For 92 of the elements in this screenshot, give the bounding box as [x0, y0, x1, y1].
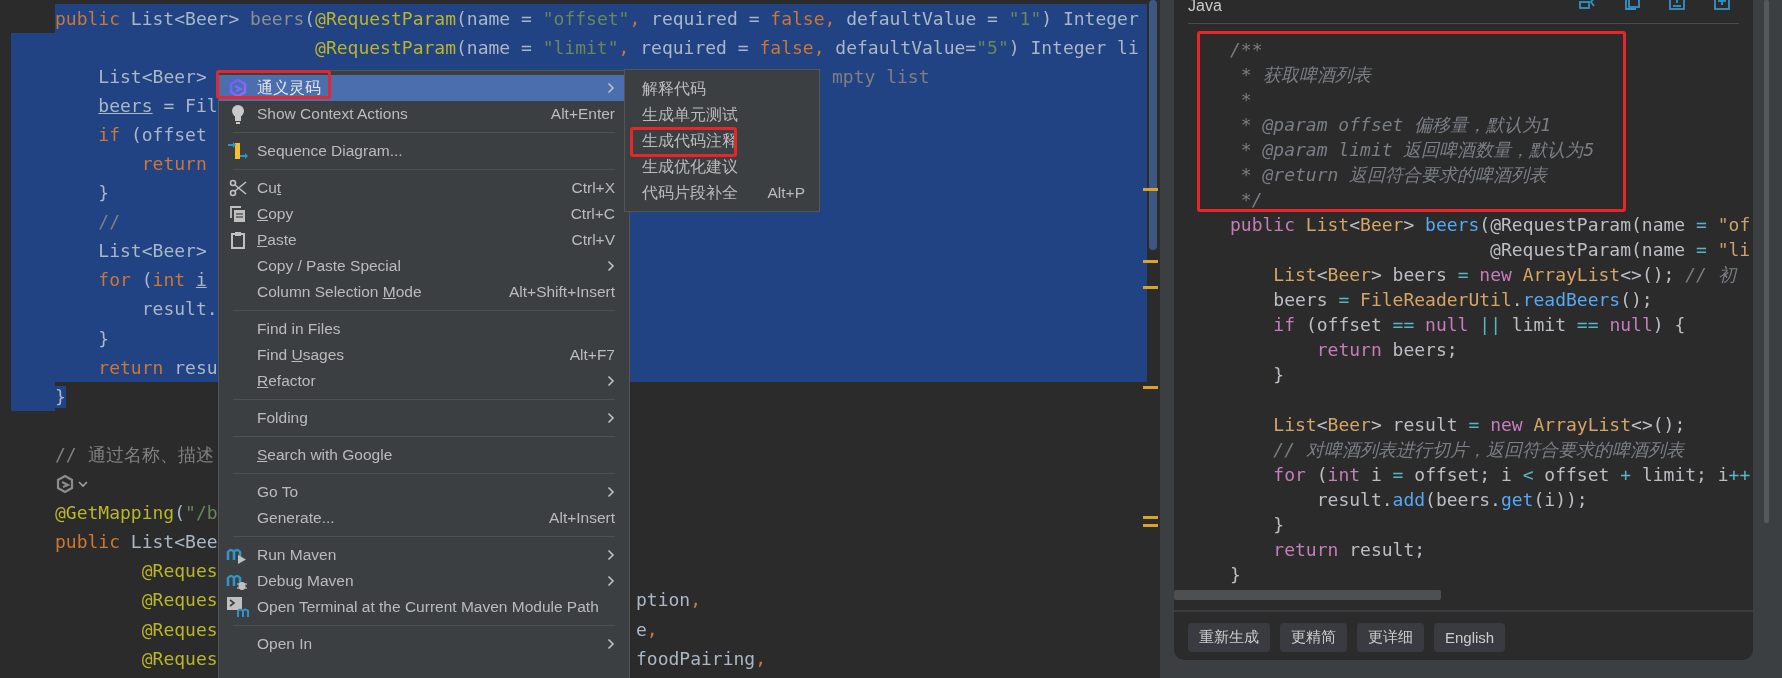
lightbulb-icon	[230, 104, 246, 124]
logo-icon	[228, 78, 248, 98]
menu-item[interactable]: Copy / Paste Special	[219, 253, 629, 279]
code-line: List<Beer> beers = new ArrayList<>(); // 初	[1272, 263, 1736, 287]
warning-mark	[1143, 516, 1158, 519]
menu-item[interactable]: Open In	[219, 631, 629, 657]
code-line: return beers;	[1315, 338, 1458, 362]
code-line: List<Beer>	[97, 65, 208, 88]
code-line: }	[1272, 363, 1285, 387]
warning-mark	[1143, 386, 1158, 389]
warning-mark	[1143, 260, 1158, 263]
code-line: // 通过名称、描述	[55, 443, 214, 466]
code-line: return resu	[97, 356, 218, 379]
code-line: if (offset == null || limit == null) {	[1272, 313, 1686, 337]
copy-icon	[229, 205, 247, 223]
code-text: mpty list	[832, 65, 930, 88]
code-line: //	[97, 211, 121, 234]
code-line: }	[1230, 563, 1241, 587]
warning-mark	[1143, 188, 1158, 191]
code-line: List<Beer> result = new ArrayList<>();	[1272, 413, 1686, 437]
code-line: *	[1239, 88, 1252, 112]
menu-item[interactable]: 生成优化建议	[625, 154, 819, 180]
code-line: if (offset	[97, 123, 208, 146]
code-line: for (int i = offset; i < offset + limit; i++	[1272, 463, 1751, 487]
code-line: @GetMapping("/b	[55, 502, 218, 525]
chevron-down-icon[interactable]	[78, 480, 88, 489]
chevron-right-icon	[607, 375, 615, 387]
code-line: * @return 返回符合要求的啤酒列表	[1239, 163, 1548, 187]
chevron-right-icon	[607, 575, 615, 587]
code-line: @Reques	[140, 589, 218, 612]
code-line: return	[140, 153, 208, 175]
code-line: * @param limit 返回啤酒数量，默认为5	[1239, 138, 1595, 162]
chevron-right-icon	[607, 549, 615, 561]
code-line: @Reques	[140, 618, 218, 641]
chevron-right-icon	[607, 638, 615, 650]
code-line: /**	[1230, 38, 1263, 62]
code-line: }	[1272, 513, 1285, 537]
chevron-right-icon	[607, 260, 615, 272]
menu-item[interactable]: Debug Maven	[219, 568, 629, 594]
scissors-icon	[229, 179, 247, 197]
scrollbar-thumb[interactable]	[1764, 0, 1769, 523]
menu-item[interactable]: Refactor	[219, 368, 629, 394]
option-button[interactable]: English	[1434, 623, 1506, 652]
code-line: @Reques	[140, 560, 218, 583]
menu-item[interactable]: Go To	[219, 479, 629, 505]
code-line: return result;	[1272, 538, 1426, 562]
code-line: public List<Beer> beers(@RequestParam(name = "offset", required = false, defaultValue = "1") Integer	[55, 7, 1139, 30]
code-line: List<Beer>	[97, 240, 208, 263]
menu-item[interactable]: Folding	[219, 405, 629, 431]
terminal-icon	[226, 596, 250, 618]
scrollbar-thumb[interactable]	[1174, 590, 1441, 600]
menu-item[interactable]: Find Usages Alt+F7	[219, 342, 629, 368]
code-text: e,	[636, 618, 658, 641]
code-line: result.	[140, 298, 218, 321]
code-line: * 获取啤酒列表	[1239, 63, 1371, 87]
menu-item[interactable]: Run Maven	[219, 542, 629, 568]
option-button[interactable]: 更精简	[1280, 623, 1347, 652]
code-line: beers = FileReaderUtil.readBeers();	[1272, 288, 1653, 312]
code-line: public List<Beer> beers(@RequestParam(name = "of	[1230, 213, 1751, 237]
panel-title: Java	[1188, 0, 1222, 15]
code-line: @Reques	[140, 647, 218, 670]
menu-item[interactable]: Column Selection Mode Alt+Shift+Insert	[219, 279, 629, 305]
chevron-right-icon	[607, 82, 615, 94]
menu-item[interactable]: 生成单元测试	[625, 102, 819, 128]
chevron-right-icon	[607, 412, 615, 424]
code-text: ption,	[636, 589, 702, 612]
menu-item[interactable]: Open Terminal at the Current Maven Module Path	[219, 594, 629, 620]
chevron-right-icon	[607, 486, 615, 498]
code-line: public List<Bee	[55, 531, 218, 554]
code-text: foodPairing,	[636, 647, 767, 670]
diagram-icon	[227, 141, 249, 161]
code-line: @RequestParam(name = "li	[1489, 238, 1751, 262]
logo-icon[interactable]	[55, 474, 75, 495]
menu-item[interactable]: Generate... Alt+Insert	[219, 505, 629, 531]
scrollbar-thumb[interactable]	[1149, 0, 1157, 250]
option-button[interactable]: 更详细	[1357, 623, 1424, 652]
code-line: }	[97, 182, 110, 205]
option-button[interactable]: 重新生成	[1188, 623, 1270, 652]
menu-item[interactable]: Paste Ctrl+V	[219, 227, 629, 253]
clipboard-icon	[230, 231, 246, 249]
code-line: }	[97, 327, 110, 350]
code-line: for (int i	[97, 269, 207, 292]
code-line: * @param offset 偏移量，默认为1	[1239, 113, 1552, 137]
code-line: result.add(beers.get(i));	[1315, 488, 1588, 512]
warning-mark	[1143, 524, 1158, 527]
warning-mark	[1143, 286, 1158, 289]
code-line: beers = Fil	[97, 94, 218, 117]
code-line: // 对啤酒列表进行切片，返回符合要求的啤酒列表	[1272, 438, 1684, 462]
menu-item[interactable]: Search with Google	[219, 442, 629, 468]
menu-item[interactable]: Find in Files	[219, 316, 629, 342]
code-line: */	[1239, 188, 1263, 212]
code-line: @RequestParam(name = "limit", required = false, defaultValue="5") Integer li	[314, 36, 1139, 59]
